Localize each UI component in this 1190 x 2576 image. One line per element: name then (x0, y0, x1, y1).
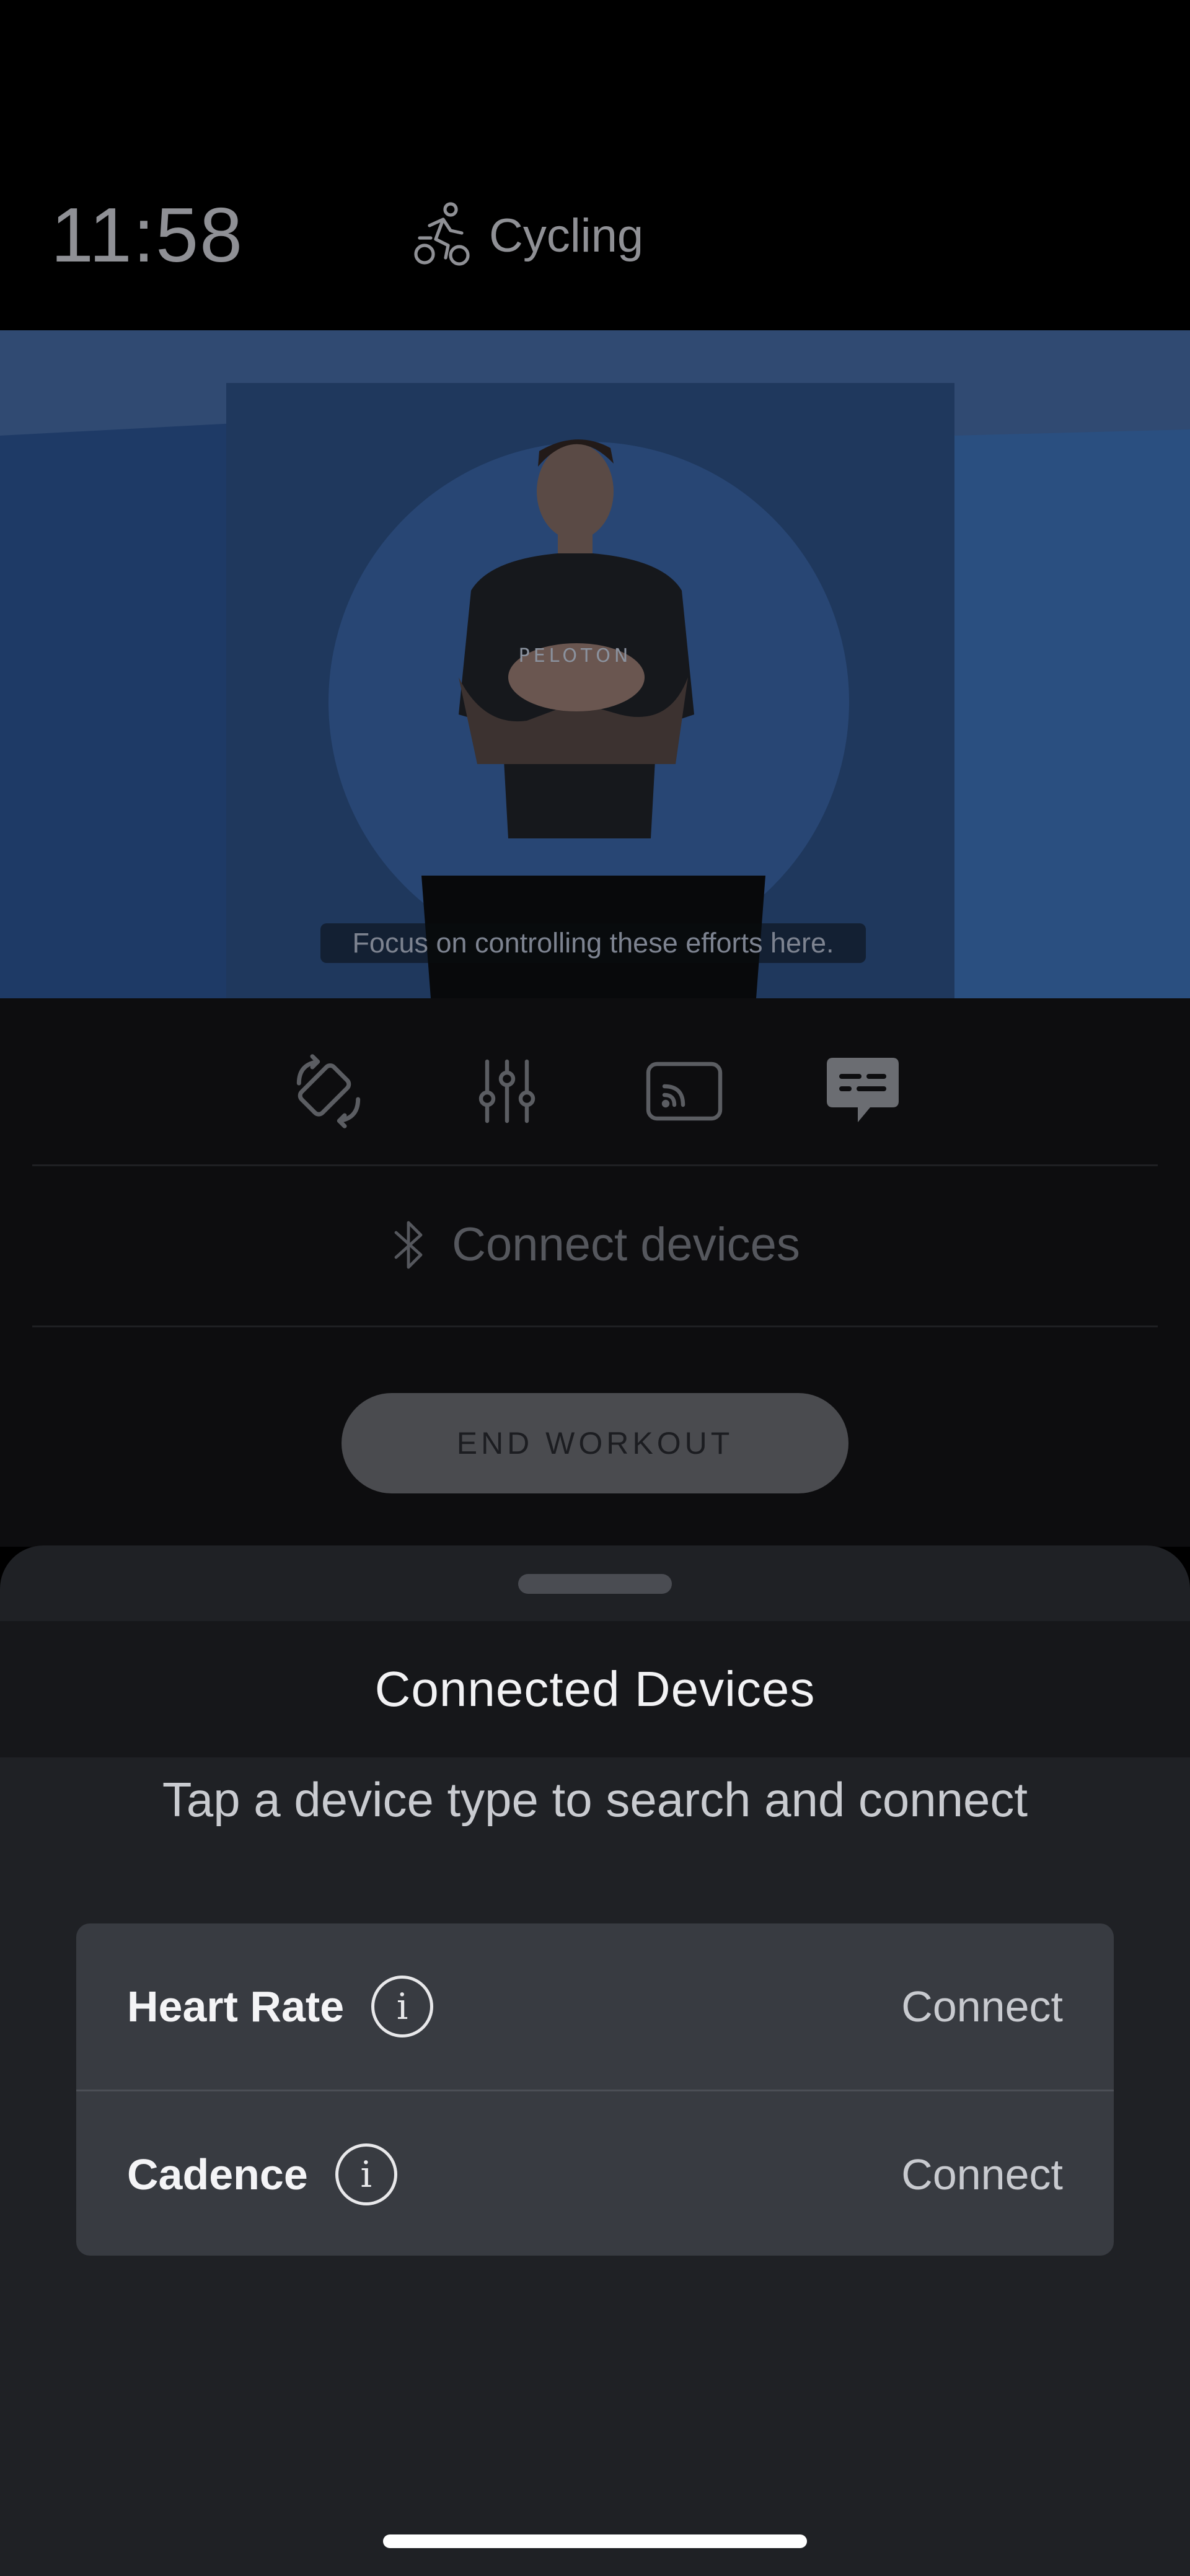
sheet-subtitle: Tap a device type to search and connect (162, 1772, 1028, 1827)
sliders-icon (478, 1059, 536, 1123)
control-icon-row (0, 1048, 1190, 1135)
class-video[interactable]: PELOTON Focus on controlling these effor… (0, 330, 1190, 998)
device-name: Cadence (127, 2150, 308, 2199)
rotate-screen-button[interactable] (285, 1048, 372, 1135)
device-list: Heart Rate i Connect Cadence i Connect (76, 1923, 1114, 2256)
info-icon[interactable]: i (371, 1976, 434, 2038)
sheet-title: Connected Devices (374, 1661, 816, 1717)
activity-indicator: Cycling (412, 198, 643, 273)
rotate-screen-icon (296, 1054, 361, 1128)
subtitle-caption: Focus on controlling these efforts here. (320, 923, 866, 963)
device-row-cadence[interactable]: Cadence i Connect (76, 2090, 1114, 2256)
activity-label: Cycling (489, 209, 644, 262)
settings-sliders-button[interactable] (464, 1048, 550, 1135)
status-header: 11:58 Cycling (0, 0, 1190, 330)
shirt-logo-text: PELOTON (519, 645, 632, 667)
workout-controls: Connect devices END WORKOUT (0, 998, 1190, 1547)
device-name: Heart Rate (127, 1982, 345, 2031)
subtitles-icon (827, 1058, 899, 1122)
device-row-heart-rate[interactable]: Heart Rate i Connect (76, 1923, 1114, 2090)
connect-devices-button[interactable]: Connect devices (0, 1166, 1190, 1324)
video-frame: PELOTON (0, 330, 1190, 998)
cadence-connect-button[interactable]: Connect (901, 2150, 1063, 2199)
workout-screen: 11:58 Cycling PELOTON Focus on controlli… (0, 0, 1190, 2576)
bluetooth-icon (394, 1221, 423, 1268)
cast-button[interactable] (641, 1048, 728, 1135)
sheet-grab-handle[interactable] (518, 1574, 672, 1594)
divider (32, 1325, 1158, 1327)
cyclist-icon (414, 202, 470, 266)
cast-icon (646, 1062, 723, 1121)
clock-time: 11:58 (51, 193, 244, 278)
connected-devices-sheet: Connected Devices Tap a device type to s… (0, 1545, 1190, 2576)
heart-rate-connect-button[interactable]: Connect (901, 1982, 1063, 2031)
subtitles-button[interactable] (819, 1048, 906, 1135)
end-workout-button[interactable]: END WORKOUT (342, 1393, 848, 1493)
connect-devices-label: Connect devices (452, 1218, 800, 1271)
home-indicator[interactable] (383, 2534, 807, 2548)
sheet-header: Connected Devices (0, 1621, 1190, 1757)
info-icon[interactable]: i (335, 2143, 397, 2205)
